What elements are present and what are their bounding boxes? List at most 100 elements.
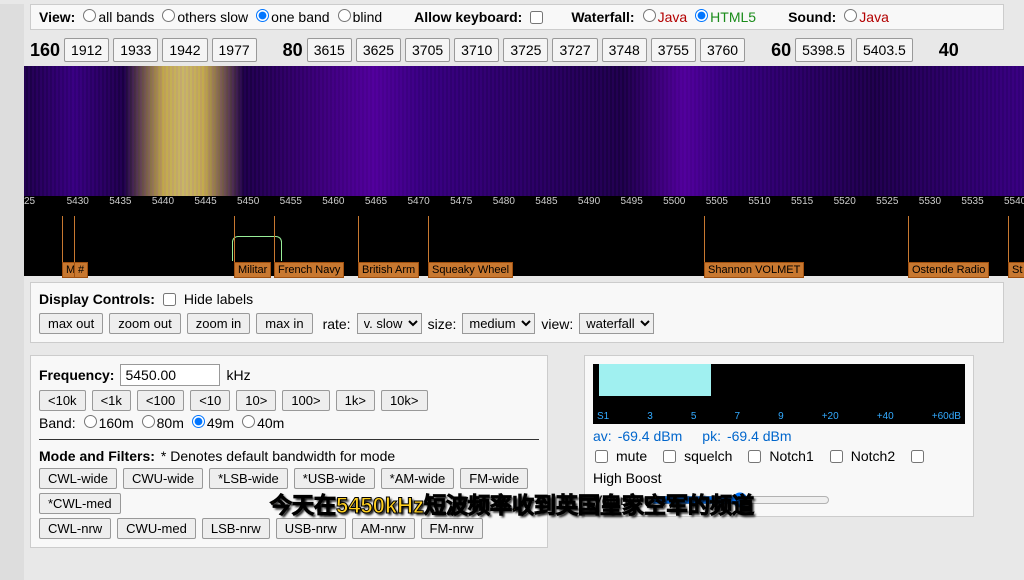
station-label[interactable]: # (74, 262, 88, 278)
scale-tick: 5450 (237, 196, 259, 207)
band-radio-40m[interactable] (242, 415, 255, 428)
view-radio-label: one band (271, 9, 329, 25)
step-button[interactable]: 10k> (381, 390, 428, 411)
mode-button[interactable]: *CWL-med (39, 493, 121, 514)
zoom-button-max-in[interactable]: max in (256, 313, 312, 334)
band-header-60[interactable]: 60 (771, 40, 791, 61)
station-label[interactable]: French Navy (274, 262, 344, 278)
station-label[interactable]: Shannon VOLMET (704, 262, 804, 278)
display-controls-panel: Display Controls: Hide labels max outzoo… (30, 282, 1004, 343)
smeter-tick: 9 (778, 411, 784, 422)
mode-button[interactable]: CWL-wide (39, 468, 117, 489)
sound-radio-Java[interactable] (844, 9, 857, 22)
audio-check-squelch[interactable] (663, 450, 676, 463)
view-select[interactable]: waterfall (579, 313, 654, 334)
memory-freq-button[interactable]: 1977 (212, 38, 257, 62)
view-radio-blind[interactable] (338, 9, 351, 22)
station-label[interactable]: St (1008, 262, 1024, 278)
step-button[interactable]: <10k (39, 390, 86, 411)
view-radio-one-band[interactable] (256, 9, 269, 22)
mode-button[interactable]: *USB-wide (294, 468, 375, 489)
memory-freq-button[interactable]: 3725 (503, 38, 548, 62)
zoom-button-max-out[interactable]: max out (39, 313, 103, 334)
waterfall-radio-HTML5[interactable] (695, 9, 708, 22)
view-radio-others-slow[interactable] (162, 9, 175, 22)
audio-check-notch1[interactable] (748, 450, 761, 463)
mode-button[interactable]: USB-nrw (276, 518, 346, 539)
scale-tick: 5455 (280, 196, 302, 207)
step-button[interactable]: <10 (190, 390, 230, 411)
memory-freq-button[interactable]: 5403.5 (856, 38, 913, 62)
memory-freq-button[interactable]: 3625 (356, 38, 401, 62)
zoom-button-zoom-in[interactable]: zoom in (187, 313, 251, 334)
memory-freq-button[interactable]: 5398.5 (795, 38, 852, 62)
mode-button[interactable]: FM-nrw (421, 518, 483, 539)
memory-freq-button[interactable]: 3727 (552, 38, 597, 62)
smeter-tick: 5 (691, 411, 697, 422)
step-button[interactable]: <1k (92, 390, 131, 411)
band-memory-row: 1601912193319421977803615362537053710372… (0, 34, 1024, 66)
memory-freq-button[interactable]: 1942 (162, 38, 207, 62)
hide-labels-checkbox[interactable] (163, 293, 176, 306)
zoom-button-zoom-out[interactable]: zoom out (109, 313, 180, 334)
view-radio-all-bands[interactable] (83, 9, 96, 22)
audio-check-label: Notch1 (769, 448, 813, 464)
station-marker-line (62, 216, 63, 262)
mode-button[interactable]: CWU-wide (123, 468, 203, 489)
memory-freq-button[interactable]: 3705 (405, 38, 450, 62)
audio-check-label: squelch (684, 448, 732, 464)
step-button[interactable]: 1k> (336, 390, 375, 411)
allow-keyboard-checkbox[interactable] (530, 11, 543, 24)
smeter-tick: 3 (647, 411, 653, 422)
waterfall-display[interactable] (24, 66, 1024, 196)
view-radio-label: others slow (177, 9, 248, 25)
audio-check-high-boost[interactable] (911, 450, 924, 463)
top-controls: View: all bandsothers slowone bandblind … (30, 4, 1004, 30)
memory-freq-button[interactable]: 3755 (651, 38, 696, 62)
mode-button[interactable]: FM-wide (460, 468, 528, 489)
station-label[interactable]: Squeaky Wheel (428, 262, 513, 278)
audio-check-label: High Boost (593, 470, 661, 486)
view-radio-label: blind (353, 9, 383, 25)
memory-freq-button[interactable]: 1933 (113, 38, 158, 62)
sound-label: Sound: (788, 9, 836, 25)
frequency-scale: 2554305435544054455450545554605465547054… (24, 196, 1024, 216)
step-button[interactable]: 10> (236, 390, 276, 411)
waterfall-radio-Java[interactable] (643, 9, 656, 22)
size-select[interactable]: medium (462, 313, 535, 334)
band-radio-160m[interactable] (84, 415, 97, 428)
mode-button[interactable]: *AM-wide (381, 468, 455, 489)
s-meter: S13579+20+40+60dB (593, 364, 965, 424)
station-marker-line (274, 216, 275, 262)
audio-check-notch2[interactable] (830, 450, 843, 463)
mode-button[interactable]: CWU-med (117, 518, 196, 539)
frequency-input[interactable] (120, 364, 220, 386)
station-label[interactable]: Militar (234, 262, 271, 278)
mode-button[interactable]: CWL-nrw (39, 518, 111, 539)
s-meter-scale: S13579+20+40+60dB (597, 411, 961, 422)
scale-tick: 5515 (791, 196, 813, 207)
mode-button[interactable]: LSB-nrw (202, 518, 270, 539)
band-radio-49m[interactable] (192, 415, 205, 428)
station-label[interactable]: British Arm (358, 262, 419, 278)
station-label[interactable]: Ostende Radio (908, 262, 989, 278)
memory-freq-button[interactable]: 3615 (307, 38, 352, 62)
memory-freq-button[interactable]: 3710 (454, 38, 499, 62)
audio-check-mute[interactable] (595, 450, 608, 463)
memory-freq-button[interactable]: 3748 (602, 38, 647, 62)
band-header-80[interactable]: 80 (283, 40, 303, 61)
allow-keyboard-label: Allow keyboard: (414, 9, 522, 25)
mode-button[interactable]: AM-nrw (352, 518, 415, 539)
scale-tick: 5460 (322, 196, 344, 207)
band-header-160[interactable]: 160 (30, 40, 60, 61)
band-radio-80m[interactable] (142, 415, 155, 428)
memory-freq-button[interactable]: 1912 (64, 38, 109, 62)
step-button[interactable]: 100> (282, 390, 329, 411)
station-marker-line (704, 216, 705, 262)
rate-select[interactable]: v. slow (357, 313, 422, 334)
mode-button[interactable]: *LSB-wide (209, 468, 288, 489)
memory-freq-button[interactable]: 3760 (700, 38, 745, 62)
step-button[interactable]: <100 (137, 390, 184, 411)
waterfall-radio-label: HTML5 (710, 9, 756, 25)
band-header-40[interactable]: 40 (939, 40, 959, 61)
